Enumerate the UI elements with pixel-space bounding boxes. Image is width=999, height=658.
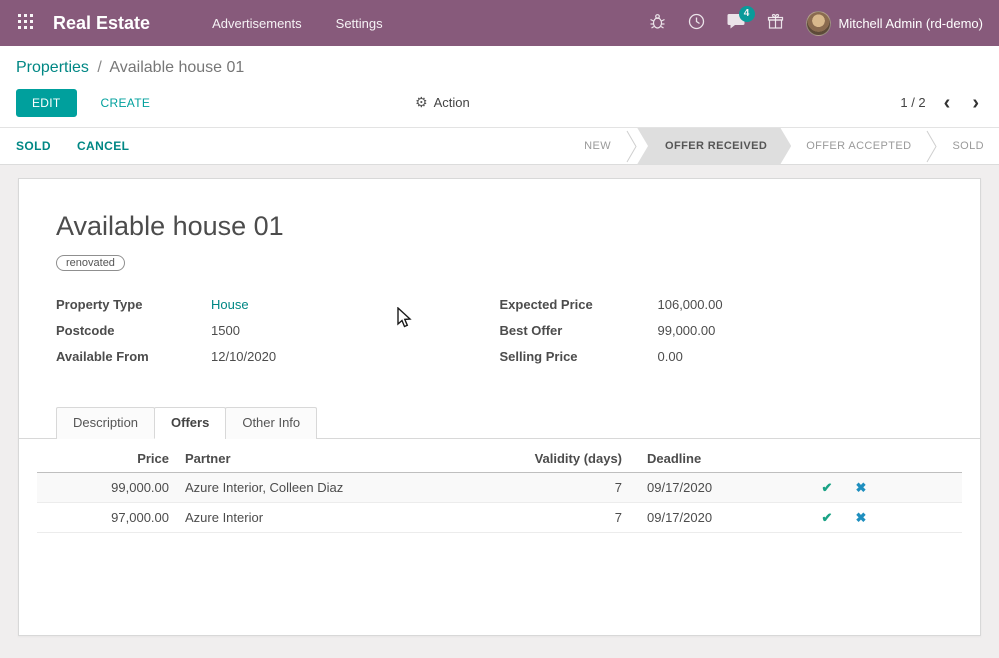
messages-count-badge: 4	[739, 6, 755, 22]
field-value-postcode: 1500	[211, 323, 240, 338]
header-price[interactable]: Price	[37, 445, 177, 473]
gift-button[interactable]	[767, 13, 784, 33]
tab-other-info[interactable]: Other Info	[225, 407, 317, 439]
messages-button[interactable]: 4	[727, 13, 745, 33]
header-actions-spacer	[844, 445, 878, 473]
field-best-offer: Best Offer 99,000.00	[500, 323, 944, 338]
breadcrumb-separator: /	[97, 59, 101, 76]
offer-row[interactable]: 99,000.00 Azure Interior, Colleen Diaz 7…	[37, 473, 962, 503]
field-property-type: Property Type House	[56, 297, 500, 312]
field-value-expected-price: 106,000.00	[658, 297, 723, 312]
header-deadline[interactable]: Deadline	[630, 445, 810, 473]
tab-offers[interactable]: Offers	[154, 407, 226, 439]
apps-menu-button[interactable]	[12, 8, 39, 38]
field-postcode: Postcode 1500	[56, 323, 500, 338]
action-menu-label: Action	[434, 95, 470, 110]
offers-table: Price Partner Validity (days) Deadline 9…	[37, 445, 962, 533]
offers-table-header-row: Price Partner Validity (days) Deadline	[37, 445, 962, 473]
refuse-offer-button[interactable]: ✖	[856, 511, 867, 524]
field-label: Property Type	[56, 297, 211, 312]
sold-button[interactable]: SOLD	[16, 139, 51, 153]
header-validity[interactable]: Validity (days)	[500, 445, 630, 473]
refuse-offer-button[interactable]: ✖	[856, 481, 867, 494]
offer-validity: 7	[500, 473, 630, 503]
header-partner[interactable]: Partner	[177, 445, 500, 473]
breadcrumb-current: Available house 01	[109, 59, 244, 76]
status-step-sold[interactable]: SOLD	[937, 128, 999, 165]
field-value-selling-price: 0.00	[658, 349, 683, 364]
record-title: Available house 01	[56, 211, 943, 242]
gift-icon	[767, 13, 784, 33]
field-label: Best Offer	[500, 323, 658, 338]
field-available-from: Available From 12/10/2020	[56, 349, 500, 364]
field-column-right: Expected Price 106,000.00 Best Offer 99,…	[500, 297, 944, 375]
bug-icon	[649, 13, 666, 33]
pager-next-button[interactable]: ›	[968, 93, 983, 113]
status-pipeline: NEW OFFER RECEIVED OFFER ACCEPTED SOLD	[569, 128, 999, 165]
offer-validity: 7	[500, 503, 630, 533]
breadcrumb-properties-link[interactable]: Properties	[16, 59, 89, 76]
offer-partner: Azure Interior, Colleen Diaz	[177, 473, 500, 503]
app-title[interactable]: Real Estate	[53, 13, 150, 34]
action-menu[interactable]: ⚙ Action	[415, 94, 470, 111]
user-name: Mitchell Admin (rd-demo)	[839, 16, 984, 31]
tab-description[interactable]: Description	[56, 407, 155, 439]
field-column-left: Property Type House Postcode 1500 Availa…	[56, 297, 500, 375]
activities-button[interactable]	[688, 13, 705, 33]
tag-renovated: renovated	[56, 255, 125, 271]
offer-partner: Azure Interior	[177, 503, 500, 533]
notebook-tabs: Description Offers Other Info	[19, 406, 980, 439]
field-label: Selling Price	[500, 349, 658, 364]
accept-offer-button[interactable]: ✔	[822, 481, 833, 494]
clock-icon	[688, 13, 705, 33]
chevron-separator-icon	[626, 128, 637, 165]
edit-button[interactable]: EDIT	[16, 89, 77, 117]
menu-settings[interactable]: Settings	[336, 16, 383, 31]
debug-bug-button[interactable]	[649, 13, 666, 33]
record-sheet: Available house 01 renovated Property Ty…	[18, 178, 981, 636]
offer-price: 97,000.00	[37, 503, 177, 533]
cancel-button[interactable]: CANCEL	[77, 139, 129, 153]
form-view: Available house 01 renovated Property Ty…	[0, 165, 999, 654]
status-step-new[interactable]: NEW	[569, 128, 626, 165]
create-button[interactable]: CREATE	[91, 90, 161, 116]
pager-previous-button[interactable]: ‹	[940, 93, 955, 113]
field-value-property-type[interactable]: House	[211, 297, 249, 312]
pager: 1 / 2 ‹ ›	[900, 93, 983, 113]
main-menu: Advertisements Settings	[212, 16, 383, 31]
field-selling-price: Selling Price 0.00	[500, 349, 944, 364]
status-step-offer-received[interactable]: OFFER RECEIVED	[637, 128, 791, 165]
status-step-offer-accepted[interactable]: OFFER ACCEPTED	[791, 128, 926, 165]
chevron-separator-icon	[926, 128, 937, 165]
field-label: Available From	[56, 349, 211, 364]
header-actions-spacer	[810, 445, 844, 473]
offer-price: 99,000.00	[37, 473, 177, 503]
field-label: Expected Price	[500, 297, 658, 312]
header-actions-spacer	[878, 445, 962, 473]
user-menu[interactable]: Mitchell Admin (rd-demo)	[806, 11, 984, 36]
gear-icon: ⚙	[415, 94, 428, 111]
breadcrumb: Properties / Available house 01	[16, 59, 983, 77]
field-expected-price: Expected Price 106,000.00	[500, 297, 944, 312]
field-value-available-from: 12/10/2020	[211, 349, 276, 364]
offer-deadline: 09/17/2020	[630, 503, 810, 533]
pager-text: 1 / 2	[900, 95, 925, 110]
user-avatar	[806, 11, 831, 36]
field-group: Property Type House Postcode 1500 Availa…	[19, 297, 980, 375]
form-statusbar: SOLD CANCEL NEW OFFER RECEIVED OFFER ACC…	[0, 128, 999, 165]
offer-row[interactable]: 97,000.00 Azure Interior 7 09/17/2020 ✔ …	[37, 503, 962, 533]
offer-deadline: 09/17/2020	[630, 473, 810, 503]
menu-advertisements[interactable]: Advertisements	[212, 16, 302, 31]
top-navbar: Real Estate Advertisements Settings	[0, 0, 999, 46]
apps-grid-icon	[18, 14, 33, 32]
accept-offer-button[interactable]: ✔	[822, 511, 833, 524]
field-label: Postcode	[56, 323, 211, 338]
control-panel: Properties / Available house 01 EDIT CRE…	[0, 46, 999, 128]
field-value-best-offer: 99,000.00	[658, 323, 716, 338]
